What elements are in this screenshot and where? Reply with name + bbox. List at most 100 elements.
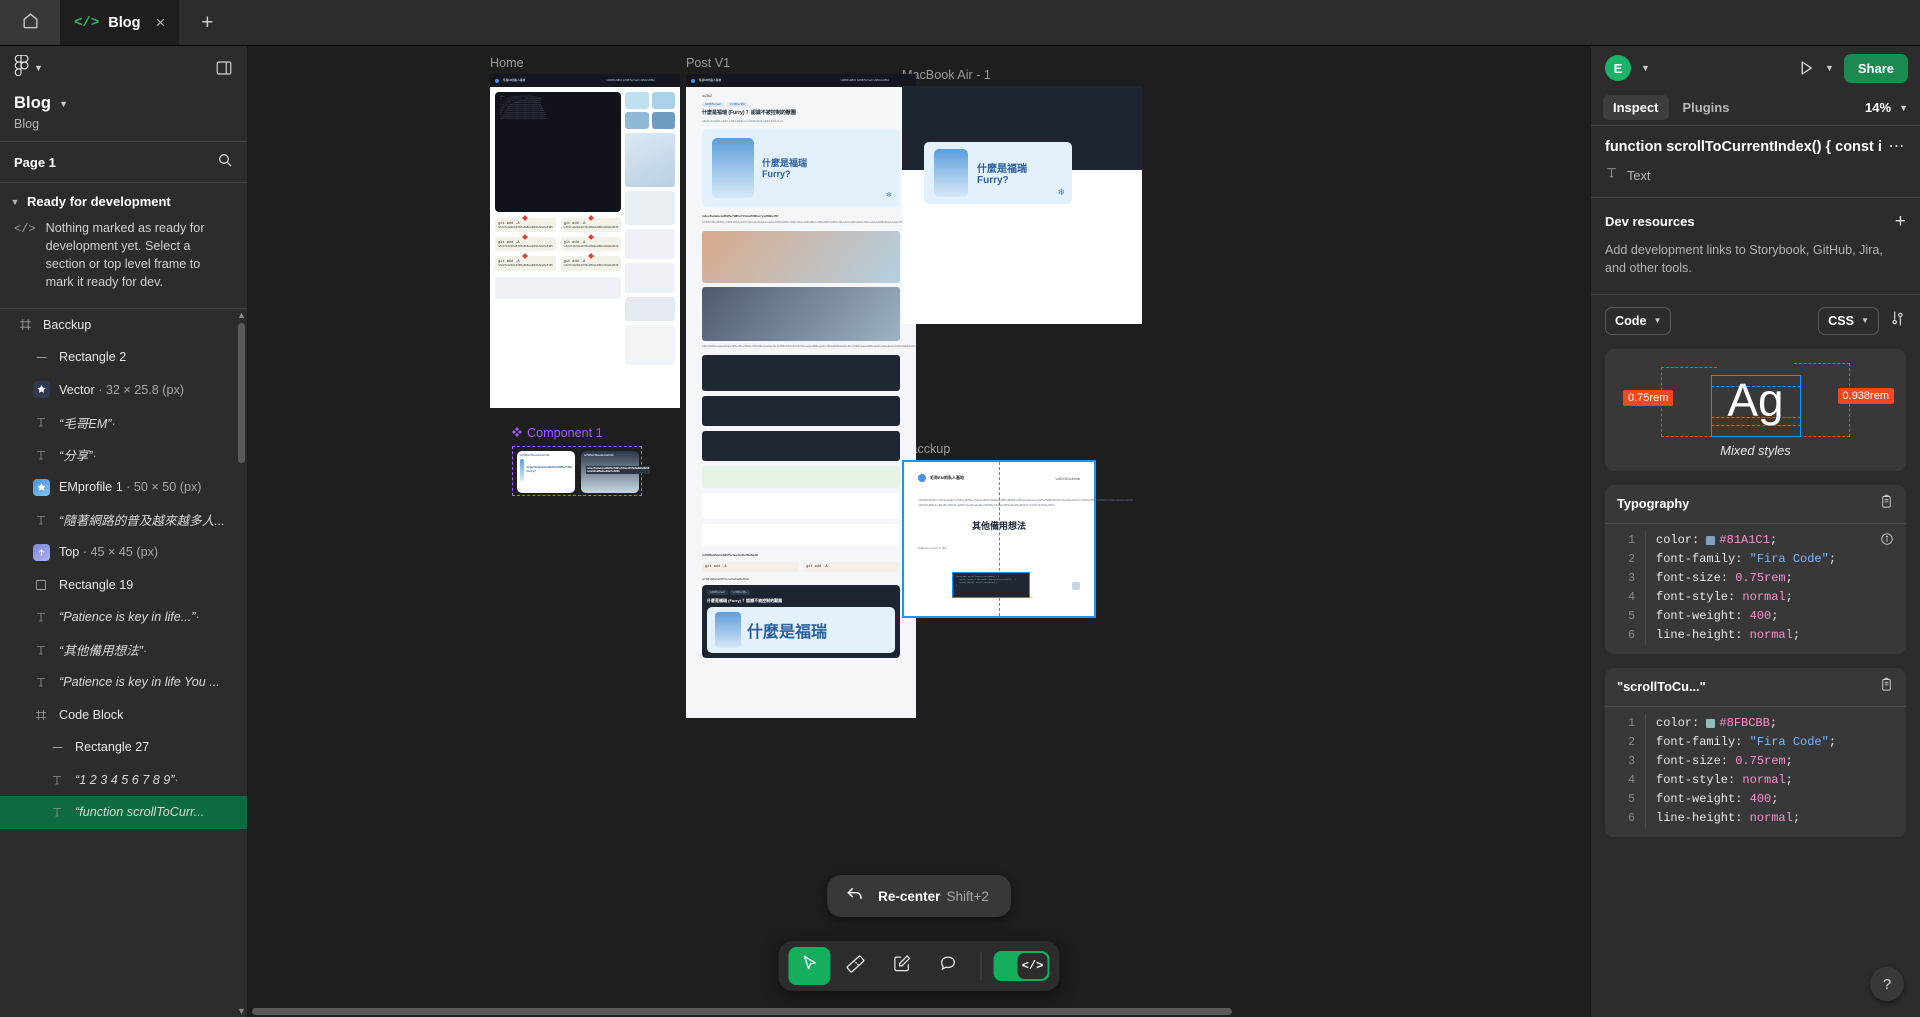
page-row[interactable]: Page 1 xyxy=(0,142,247,182)
artboard-component-1[interactable]: \u798f\u745e\u4ecb\u7d39 \u4ec0\u9ebc\u6… xyxy=(512,446,651,496)
chevron-down-icon[interactable]: ▼ xyxy=(1641,63,1650,73)
layer-row[interactable]: “1 2 3 4 5 6 7 8 9”· xyxy=(0,764,247,797)
artboard-home[interactable]: 毛哥EM的私人基地 \u9996\u9801 \u6587\u7ae0 \u95… xyxy=(490,74,680,408)
frame-label-home[interactable]: Home xyxy=(490,56,524,70)
clipboard-icon[interactable] xyxy=(1879,494,1894,514)
layers-list: Bacckup Rectangle 2 Vector · 32 × 25.8 (px… xyxy=(0,307,247,1017)
recenter-button[interactable]: Re-center Shift+2 xyxy=(827,875,1011,917)
line-number: 5 xyxy=(1628,609,1635,623)
layer-name: Rectangle 27 xyxy=(75,740,150,755)
layer-row[interactable]: Top · 45 × 45 (px) xyxy=(0,536,247,569)
text-icon xyxy=(48,774,66,786)
line-number: 1 xyxy=(1628,533,1635,547)
layer-row[interactable]: Bacckup xyxy=(0,309,247,342)
ellipsis-icon[interactable]: ⋯ xyxy=(1888,139,1906,155)
share-button[interactable]: Share xyxy=(1843,53,1908,83)
component-variant-dark[interactable]: \u798f\u745e\u4ecb\u7d39 \u4ec0\u9ebc\u6… xyxy=(581,451,651,493)
layer-name: “其他備用想法”· xyxy=(59,644,148,659)
canvas-horizontal-scrollbar[interactable] xyxy=(252,1008,1232,1015)
selection-info: function scrollToCurrentIndex() { const … xyxy=(1591,126,1920,198)
selection-type-label: Text xyxy=(1627,167,1651,183)
zoom-control[interactable]: 14% ▼ xyxy=(1865,100,1908,115)
mock-post-body: \u25c2 \u6587\u7ae0 \u798f\u745e 什麼是福瑞 (… xyxy=(686,87,916,665)
mock-git-grid: git add -A \u5c07\u6240\u6709\u8b8a\u66f4… xyxy=(495,215,622,271)
ready-for-development-header[interactable]: ▼ Ready for development xyxy=(0,183,247,218)
logo-dot-icon xyxy=(495,78,499,83)
annotate-tool-button[interactable] xyxy=(881,947,923,985)
canvas-toolbar: </> xyxy=(778,941,1060,991)
layer-row[interactable]: “function scrollToCurr... xyxy=(0,796,247,829)
toggle-sidebar-button[interactable] xyxy=(215,59,233,77)
mock-footer-block xyxy=(495,276,622,299)
home-button[interactable] xyxy=(0,0,60,45)
layer-row[interactable]: Rectangle 27 xyxy=(0,731,247,764)
plus-icon[interactable]: + xyxy=(1895,212,1906,231)
search-icon[interactable] xyxy=(217,152,233,173)
layer-row[interactable]: “隨著網路的普及越來越多人... xyxy=(0,504,247,537)
tab-label: Blog xyxy=(108,14,141,31)
chevron-down-icon[interactable]: ▼ xyxy=(1825,63,1834,73)
selected-code-block[interactable]: function scrollToCurrentIndex() { const … xyxy=(952,572,1030,598)
layer-row[interactable]: EMprofile 1 · 50 × 50 (px) xyxy=(0,471,247,504)
artboard-post-v1[interactable]: 毛哥EM的私人基地 \u9996\u9801 \u6587\u7ae0 \u95… xyxy=(686,74,916,718)
scroll-down-arrow[interactable]: ▼ xyxy=(237,1006,246,1016)
chevron-down-icon[interactable]: ▼ xyxy=(59,99,68,109)
layer-row[interactable]: “毛哥EM”· xyxy=(0,406,247,439)
language-select[interactable]: CSS ▼ xyxy=(1818,306,1879,335)
mock-sidebar-cards xyxy=(625,92,675,365)
layer-name: “Patience is key in life...”· xyxy=(59,610,200,625)
line-number: 5 xyxy=(1628,792,1635,806)
component-icon xyxy=(512,426,522,440)
sliders-icon[interactable] xyxy=(1889,310,1906,332)
design-canvas[interactable]: Home Post V1 MacBook Air - 1 Component 1… xyxy=(248,46,1590,1017)
info-icon[interactable] xyxy=(1880,532,1894,550)
layer-row[interactable]: “分享”· xyxy=(0,439,247,472)
chevron-down-icon: ▼ xyxy=(1653,316,1662,325)
line-number: 2 xyxy=(1628,552,1635,566)
code-line: 3 font-size: 0.75rem; xyxy=(1605,751,1906,771)
css-property: font-weight: xyxy=(1656,792,1750,806)
artboard-macbook-air-1[interactable]: 什麼是福瑞 Furry? ❄ xyxy=(902,86,1142,324)
file-tab-blog[interactable]: </> Blog × xyxy=(60,0,181,45)
comment-tool-button[interactable] xyxy=(927,947,969,985)
figma-menu-button[interactable]: ▼ xyxy=(14,54,43,81)
component-variant-light[interactable]: \u798f\u745e\u4ecb\u7d39 \u4ec0\u9ebc\u6… xyxy=(517,451,575,493)
frame-icon xyxy=(16,318,34,331)
hero-line-1: 什麼是福瑞 xyxy=(977,164,1027,175)
layer-row[interactable]: Rectangle 19 xyxy=(0,569,247,602)
measure-tool-button[interactable] xyxy=(835,947,877,985)
layer-name: “1 2 3 4 5 6 7 8 9”· xyxy=(75,772,179,787)
color-swatch xyxy=(1706,535,1716,545)
layer-row[interactable]: “其他備用想法”· xyxy=(0,634,247,667)
layers-scrollbar[interactable] xyxy=(238,322,245,463)
image-thumbnail-icon xyxy=(32,478,50,496)
layer-name: “分享”· xyxy=(59,449,97,464)
git-card: git add -A \u5c07\u6240\u6709\u8b8a\u66f4… xyxy=(495,215,556,233)
layer-row[interactable]: Code Block xyxy=(0,699,247,732)
layer-row[interactable]: Rectangle 2 xyxy=(0,341,247,374)
code-line: 6 line-height: normal; xyxy=(1605,808,1906,828)
artboard-bacckup[interactable]: 毛哥EM的私人基地 \u5206\u4eab \u96a8\u8457\u7db… xyxy=(902,460,1132,618)
frame-label-component-1[interactable]: Component 1 xyxy=(512,426,603,440)
layer-row[interactable]: “Patience is key in life You ... xyxy=(0,666,247,699)
tab-inspect[interactable]: Inspect xyxy=(1603,95,1669,120)
layer-row[interactable]: Vector · 32 × 25.8 (px) xyxy=(0,374,247,407)
scroll-up-arrow[interactable]: ▲ xyxy=(237,310,246,320)
frame-label-post-v1[interactable]: Post V1 xyxy=(686,56,730,70)
code-body[interactable]: 1 color: #8FBCBB; 2 font-family: "Fira Code… xyxy=(1605,707,1906,837)
help-button[interactable]: ? xyxy=(1870,967,1904,1001)
git-card: git add -A xyxy=(702,562,799,573)
code-type-select[interactable]: Code ▼ xyxy=(1605,306,1672,335)
avatar[interactable]: E xyxy=(1605,55,1631,81)
move-tool-button[interactable] xyxy=(788,947,831,985)
present-button[interactable] xyxy=(1797,59,1815,77)
clipboard-icon[interactable] xyxy=(1879,677,1894,697)
dev-mode-toggle[interactable]: </> xyxy=(993,951,1050,981)
mock-site-name: 毛哥EM的私人基地 xyxy=(503,78,526,82)
code-card-header: "scrollToCu..." xyxy=(1605,668,1906,707)
close-icon[interactable]: × xyxy=(155,14,165,31)
layer-row[interactable]: “Patience is key in life...”· xyxy=(0,601,247,634)
tab-plugins[interactable]: Plugins xyxy=(1673,95,1740,120)
new-tab-button[interactable]: + xyxy=(180,0,234,45)
code-body[interactable]: 1 color: #81A1C1; 2 font-family: "Fira Code… xyxy=(1605,524,1906,654)
